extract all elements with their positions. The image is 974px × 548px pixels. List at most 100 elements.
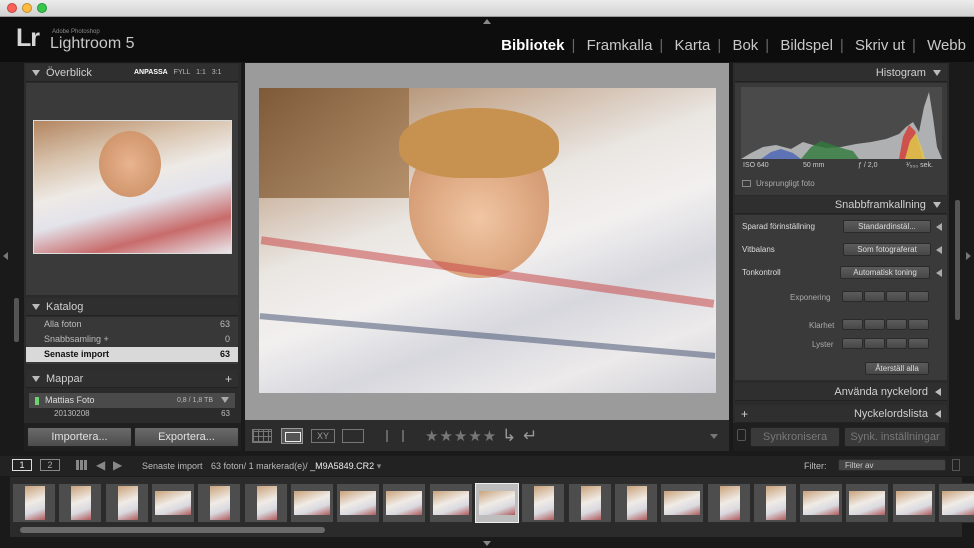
filmstrip-thumbnail[interactable]	[799, 483, 844, 523]
filmstrip-thumbnail[interactable]	[12, 483, 56, 523]
star-rating[interactable]: ★★★★★	[425, 427, 497, 445]
module-webb[interactable]: Webb	[927, 37, 966, 54]
filter-lock-icon[interactable]	[952, 459, 960, 471]
export-button[interactable]: Exportera...	[134, 427, 239, 447]
vibrance-large-decrease-button[interactable]	[842, 338, 863, 349]
add-keyword-button[interactable]: +	[741, 405, 748, 423]
vibrance-large-increase-button[interactable]	[908, 338, 929, 349]
volume-expand-icon[interactable]	[221, 397, 229, 403]
filmstrip-filename[interactable]: _M9A5849.CR2	[310, 461, 374, 471]
toolbar-options-icon[interactable]	[710, 434, 718, 439]
exposure-decrease-button[interactable]	[864, 291, 885, 302]
catalog-header[interactable]: Katalog	[26, 298, 238, 316]
sync-settings-button[interactable]: Synk. inställningar	[844, 427, 946, 447]
filmstrip-thumbnail[interactable]	[104, 483, 149, 523]
filmstrip-thumbnail[interactable]	[197, 483, 242, 523]
module-bildspel[interactable]: Bildspel	[780, 37, 833, 54]
filmstrip-thumbnail[interactable]	[289, 483, 334, 523]
expand-section-icon[interactable]	[936, 246, 942, 254]
main-window-button[interactable]: 1	[12, 459, 32, 471]
vibrance-increase-button[interactable]	[886, 338, 907, 349]
filmstrip-thumbnail[interactable]	[428, 483, 473, 523]
filmstrip-thumbnail[interactable]	[336, 483, 381, 523]
filmstrip-thumbnail[interactable]	[382, 483, 427, 523]
filmstrip-thumbnail[interactable]	[891, 483, 936, 523]
clarity-decrease-button[interactable]	[864, 319, 885, 330]
second-window-button[interactable]: 2	[40, 459, 60, 471]
filmstrip-thumbnail[interactable]	[845, 483, 890, 523]
survey-view-icon[interactable]	[342, 429, 364, 443]
import-button[interactable]: Importera...	[27, 427, 132, 447]
exposure-large-increase-button[interactable]	[908, 291, 929, 302]
volume-row[interactable]: Mattias Foto 0,8 / 1,8 TB	[28, 392, 236, 409]
saved-preset-dropdown[interactable]: Standardinstäl...	[843, 220, 931, 233]
histogram-graph[interactable]	[741, 87, 942, 159]
right-panel-scrollbar[interactable]	[955, 200, 960, 320]
keyword-list-header[interactable]: + Nyckelordslista	[735, 405, 947, 423]
forward-arrow-icon[interactable]: ▶	[113, 458, 122, 472]
module-karta[interactable]: Karta	[675, 37, 711, 54]
filmstrip-thumbnail[interactable]	[706, 483, 751, 523]
reset-all-button[interactable]: Återställ alla	[865, 362, 929, 375]
module-bibliotek[interactable]: Bibliotek	[501, 37, 564, 54]
white-balance-dropdown[interactable]: Som fotograferat	[843, 243, 931, 256]
filmstrip-thumbnail[interactable]	[58, 483, 103, 523]
sync-button[interactable]: Synkronisera	[750, 427, 840, 447]
collapse-right-panel-icon[interactable]	[966, 252, 971, 260]
catalog-item-latest-import[interactable]: Senaste import 63	[26, 347, 238, 362]
add-folder-button[interactable]: +	[225, 370, 232, 388]
filmstrip-scrollbar[interactable]	[20, 527, 325, 533]
zoom-3-1[interactable]: 3:1	[212, 69, 222, 76]
rotate-left-icon[interactable]: ↳	[502, 426, 516, 446]
reject-flag-icon[interactable]	[402, 430, 412, 442]
module-framkalla[interactable]: Framkalla	[587, 37, 653, 54]
left-panel-scrollbar[interactable]	[14, 298, 19, 342]
navigator-thumbnail[interactable]	[33, 120, 232, 254]
expand-section-icon[interactable]	[936, 223, 942, 231]
filmstrip-thumbnail[interactable]	[660, 483, 705, 523]
filmstrip-thumbnail[interactable]	[567, 483, 612, 523]
histogram-header[interactable]: Histogram	[735, 64, 947, 82]
auto-tone-button[interactable]: Automatisk toning	[840, 266, 930, 279]
filmstrip-thumbnail[interactable]	[613, 483, 658, 523]
zoom-fit[interactable]: ANPASSA	[134, 69, 168, 76]
grid-icon[interactable]	[76, 460, 88, 470]
catalog-item-quick-collection[interactable]: Snabbsamling + 0	[26, 332, 238, 347]
flag-icon[interactable]	[386, 430, 396, 442]
rotate-right-icon[interactable]: ↵	[523, 426, 537, 446]
clarity-large-decrease-button[interactable]	[842, 319, 863, 330]
module-skriv-ut[interactable]: Skriv ut	[855, 37, 905, 54]
filter-dropdown[interactable]: Filter av	[838, 459, 946, 471]
close-window-button[interactable]	[7, 3, 17, 13]
auto-sync-toggle[interactable]	[737, 429, 746, 441]
keywording-header[interactable]: Använda nyckelord	[735, 383, 947, 401]
loupe-view-icon[interactable]	[281, 428, 303, 444]
filmstrip-thumbnail[interactable]	[752, 483, 797, 523]
clarity-large-increase-button[interactable]	[908, 319, 929, 330]
quick-develop-header[interactable]: Snabbframkallning	[735, 196, 947, 214]
zoom-fill[interactable]: FYLL	[174, 69, 190, 76]
collapse-top-panel-icon[interactable]	[483, 19, 491, 24]
exposure-large-decrease-button[interactable]	[842, 291, 863, 302]
zoom-1-1[interactable]: 1:1	[196, 69, 206, 76]
zoom-window-button[interactable]	[37, 3, 47, 13]
back-arrow-icon[interactable]: ◀	[96, 458, 105, 472]
filmstrip-thumbnail[interactable]	[521, 483, 566, 523]
original-photo-checkbox[interactable]	[742, 180, 751, 187]
catalog-item-all-photos[interactable]: Alla foton 63	[26, 317, 238, 332]
filmstrip-source[interactable]: Senaste import	[142, 461, 203, 471]
folders-header[interactable]: Mappar +	[26, 370, 238, 388]
clarity-increase-button[interactable]	[886, 319, 907, 330]
filmstrip-thumbnail[interactable]	[243, 483, 288, 523]
filmstrip-thumbnail[interactable]	[150, 483, 195, 523]
collapse-bottom-panel-icon[interactable]	[483, 541, 491, 546]
filmstrip-thumbnail[interactable]	[938, 483, 974, 523]
grid-view-icon[interactable]	[252, 429, 272, 443]
vibrance-decrease-button[interactable]	[864, 338, 885, 349]
main-photo[interactable]	[259, 88, 716, 393]
folder-row[interactable]: 20130208 63	[28, 409, 236, 419]
expand-section-icon[interactable]	[936, 269, 942, 277]
filmstrip-thumbnail[interactable]	[475, 483, 519, 523]
exposure-increase-button[interactable]	[886, 291, 907, 302]
collapse-left-panel-icon[interactable]	[3, 252, 8, 260]
